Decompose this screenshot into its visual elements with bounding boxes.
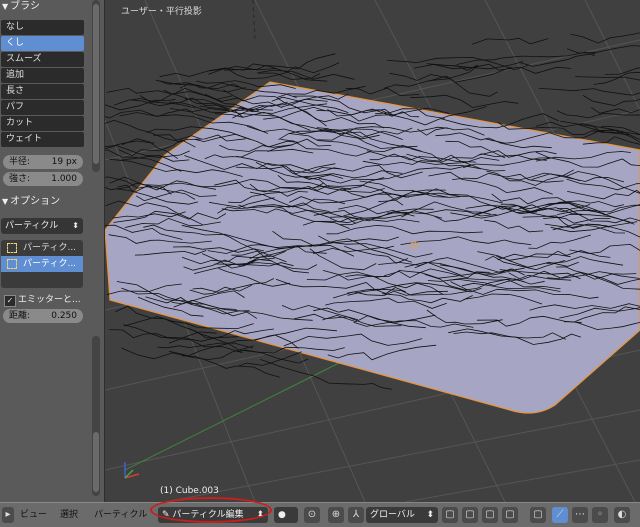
layer-icon[interactable]: ▢ bbox=[502, 507, 518, 523]
viewport-canvas bbox=[105, 0, 640, 502]
strength-label: 強さ: bbox=[9, 174, 31, 184]
brush-item-none[interactable]: なし bbox=[1, 20, 84, 35]
layer-icon[interactable]: ▢ bbox=[482, 507, 498, 523]
orientation-icon: ⅄ bbox=[348, 507, 364, 523]
options-panel-header[interactable]: ▼ オプション bbox=[2, 195, 60, 209]
distance-value: 0.250 bbox=[51, 311, 77, 321]
menu-select[interactable]: 選択 bbox=[60, 507, 78, 523]
list-item-label: パーティク... bbox=[23, 243, 77, 253]
orientation-select[interactable]: グローバル ⬍ bbox=[366, 507, 438, 523]
hair-strand bbox=[472, 37, 549, 45]
shading-select[interactable]: ● bbox=[274, 507, 298, 523]
brush-item-smooth[interactable]: スムーズ bbox=[1, 52, 84, 67]
brush-list: なし くし スムーズ 追加 長さ パフ カット ウェイト bbox=[1, 20, 84, 148]
viewport-header: ▸ ビュー 選択 パーティクル ✎ パーティクル編集 ⬍ ● ⊙ ⊕ ⅄ グロー… bbox=[0, 502, 640, 527]
updown-arrows-icon: ⬍ bbox=[72, 221, 79, 230]
brush-item-puff[interactable]: パフ bbox=[1, 100, 84, 115]
3d-viewport[interactable]: ユーザー・平行投影 (1) Cube.003 bbox=[105, 0, 640, 502]
brush-item-comb[interactable]: くし bbox=[1, 36, 84, 51]
brush-item-weight[interactable]: ウェイト bbox=[1, 132, 84, 147]
particle-icon bbox=[7, 243, 17, 253]
path-edit-icon[interactable]: ⟋ bbox=[552, 507, 568, 523]
list-item[interactable]: パーティク... bbox=[1, 240, 83, 256]
annotation-circle bbox=[150, 497, 272, 523]
render-icon[interactable]: ◐ bbox=[614, 507, 630, 523]
hair-strand bbox=[157, 342, 254, 349]
hair-strand bbox=[237, 351, 302, 367]
updown-arrows-icon: ⬍ bbox=[426, 510, 434, 520]
particle-system-list: パーティク... パーティク... bbox=[1, 240, 83, 288]
collapse-triangle-icon: ▼ bbox=[2, 2, 9, 11]
object-label: (1) Cube.003 bbox=[160, 486, 219, 496]
particle-mode-value: パーティクル bbox=[5, 221, 59, 231]
point-select-icon[interactable]: ⋯ bbox=[572, 507, 588, 523]
brush-panel-header[interactable]: ▼ ブラシ bbox=[2, 0, 40, 14]
particle-mode-select[interactable]: パーティクル ⬍ bbox=[1, 218, 83, 234]
hair-strand bbox=[224, 53, 336, 71]
hair-strand bbox=[181, 355, 281, 378]
strength-value: 1.000 bbox=[51, 174, 77, 184]
view-label: ユーザー・平行投影 bbox=[121, 7, 202, 17]
particle-icon bbox=[7, 259, 17, 269]
manipulator-icon[interactable]: ⊕ bbox=[328, 507, 344, 523]
strength-field[interactable]: 強さ: 1.000 bbox=[3, 172, 83, 186]
orientation-value: グローバル bbox=[370, 510, 415, 520]
radius-label: 半径: bbox=[9, 157, 31, 167]
hair-strand bbox=[582, 95, 640, 107]
distance-field[interactable]: 距離: 0.250 bbox=[3, 309, 83, 323]
layer-icon[interactable]: ▢ bbox=[462, 507, 478, 523]
brush-item-length[interactable]: 長さ bbox=[1, 84, 84, 99]
hair-strand bbox=[258, 69, 355, 80]
camera-line bbox=[252, 0, 256, 41]
list-item-label: パーティク... bbox=[23, 259, 77, 269]
options-header-label: オプション bbox=[10, 196, 61, 207]
panel-scrollbar-top[interactable] bbox=[92, 0, 100, 172]
layer-icon[interactable]: ▢ bbox=[442, 507, 458, 523]
hair-strand bbox=[410, 94, 519, 108]
pivot-icon[interactable]: ⊙ bbox=[304, 507, 320, 523]
brush-item-cut[interactable]: カット bbox=[1, 116, 84, 131]
scrollbar-thumb[interactable] bbox=[93, 432, 99, 492]
hair-strand bbox=[208, 63, 328, 82]
radius-value: 19 px bbox=[51, 157, 77, 167]
collapse-triangle-icon: ▼ bbox=[2, 197, 9, 206]
tip-select-icon[interactable]: ◦ bbox=[592, 507, 608, 523]
hair-strand bbox=[538, 88, 640, 96]
editor-type-icon[interactable]: ▸ bbox=[2, 507, 14, 523]
hair-strand bbox=[121, 345, 254, 361]
emitter-checkbox[interactable]: ✓ bbox=[4, 295, 16, 307]
hair-strand bbox=[575, 76, 640, 81]
panel-scrollbar-bottom[interactable] bbox=[92, 336, 100, 496]
list-item[interactable]: パーティク... bbox=[1, 256, 83, 272]
radius-field[interactable]: 半径: 19 px bbox=[3, 155, 83, 169]
distance-label: 距離: bbox=[9, 311, 31, 321]
tool-shelf: ▼ ブラシ なし くし スムーズ 追加 長さ パフ カット ウェイト 半径: 19… bbox=[0, 0, 105, 502]
layer-icon[interactable]: ▢ bbox=[530, 507, 546, 523]
menu-view[interactable]: ビュー bbox=[20, 507, 47, 523]
emitter-label: エミッターと... bbox=[18, 295, 81, 305]
menu-particle[interactable]: パーティクル bbox=[94, 507, 147, 523]
brush-item-add[interactable]: 追加 bbox=[1, 68, 84, 83]
brush-header-label: ブラシ bbox=[10, 1, 40, 12]
sphere-icon: ● bbox=[278, 510, 286, 520]
cube-mesh-surface bbox=[105, 81, 640, 414]
scrollbar-thumb[interactable] bbox=[93, 4, 99, 164]
hair-strand bbox=[209, 62, 340, 80]
